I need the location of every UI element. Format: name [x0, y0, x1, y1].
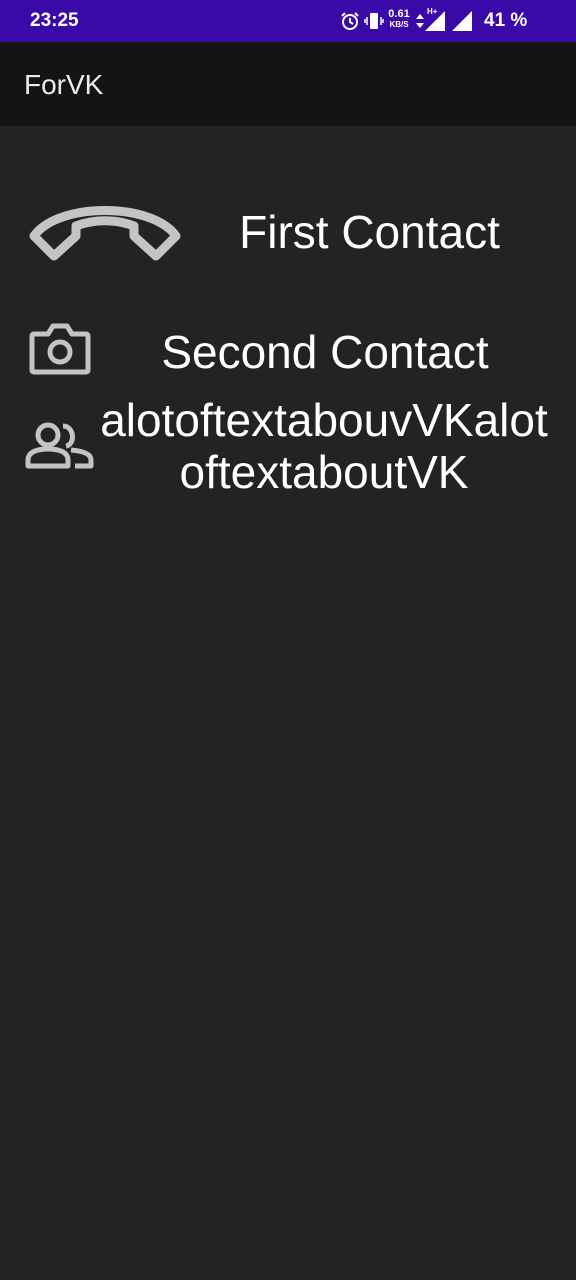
alarm-icon: [341, 12, 359, 30]
battery-percentage: 41 %: [484, 10, 528, 31]
phone-icon: [29, 206, 181, 261]
camera-icon: [29, 323, 91, 375]
data-arrows-icon: [416, 14, 424, 28]
group-icon: [25, 422, 94, 469]
contact-name: Second Contact: [161, 326, 489, 378]
status-icons: 0.61 KB/S H+ 41 %: [326, 0, 576, 42]
signal-icon-2: [452, 11, 472, 31]
status-bar: 23:25 0.61 KB/S H+ 41 %: [0, 0, 576, 42]
app-bar: ForVK: [0, 42, 576, 126]
contact-row-second[interactable]: Second Contact: [0, 316, 576, 386]
contact-name: First Contact: [239, 206, 500, 258]
vibrate-icon: [364, 13, 384, 29]
network-speed-unit: KB/S: [389, 20, 409, 29]
signal-icon: [425, 11, 445, 31]
contact-name: alotoftextabouvVKalotoftextaboutVK: [100, 394, 548, 498]
contact-row-third[interactable]: alotoftextabouvVKalotoftextaboutVK: [0, 394, 576, 506]
network-speed: 0.61 KB/S: [384, 8, 414, 30]
contact-list: First Contact Second Contact alotoftexta…: [0, 126, 576, 1280]
app-title: ForVK: [24, 69, 104, 100]
contact-row-first[interactable]: First Contact: [0, 196, 576, 276]
status-time: 23:25: [30, 10, 79, 31]
network-speed-value: 0.61: [388, 8, 410, 20]
